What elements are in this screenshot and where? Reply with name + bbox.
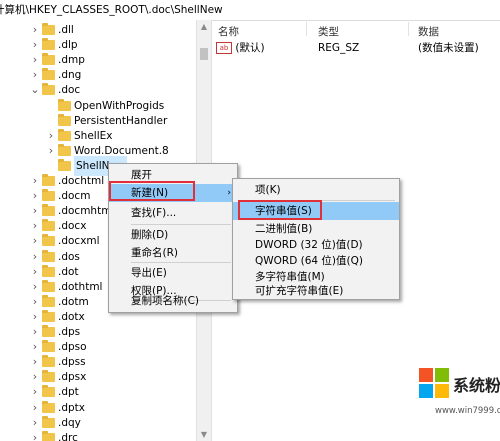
- folder-icon: [42, 415, 55, 428]
- menu-item-delete[interactable]: 删除(D): [109, 226, 237, 244]
- folder-icon: [42, 204, 55, 217]
- column-divider: [408, 22, 409, 36]
- folder-icon: [42, 355, 55, 368]
- watermark-url: www.win7999.com: [435, 406, 500, 416]
- folder-icon: [42, 370, 55, 383]
- menu-item-copy-key-name[interactable]: 复制项名称(C): [109, 292, 237, 310]
- scroll-thumb[interactable]: [200, 48, 208, 60]
- folder-icon: [42, 325, 55, 337]
- folder-icon: [42, 340, 55, 353]
- chevron-right-icon[interactable]: ›: [28, 428, 42, 441]
- address-bar[interactable]: 计算机\HKEY_CLASSES_ROOT\.doc\ShellNew: [0, 0, 500, 21]
- folder-icon: [58, 128, 71, 141]
- value-row[interactable]: ab (默认): [216, 40, 265, 56]
- menu-separator: [131, 262, 231, 263]
- address-path: 计算机\HKEY_CLASSES_ROOT\.doc\ShellNew: [0, 4, 223, 16]
- folder-icon: [42, 68, 55, 81]
- folder-icon: [42, 219, 55, 232]
- tree-item-label: .drc: [58, 431, 78, 441]
- column-header-type[interactable]: 类型: [318, 24, 339, 39]
- folder-icon: [58, 143, 71, 156]
- menu-item-export[interactable]: 导出(E): [109, 264, 237, 282]
- folder-icon: [42, 309, 55, 322]
- value-name: (默认): [235, 42, 265, 54]
- watermark: 系统粉 www.win7999.com: [413, 368, 500, 441]
- menu-separator: [131, 224, 231, 225]
- folder-icon: [42, 294, 55, 307]
- submenu-item-expandable-string-value[interactable]: 可扩充字符串值(E): [233, 284, 399, 298]
- annotation-box-new: [109, 181, 195, 201]
- submenu-item-key[interactable]: 项(K): [233, 181, 399, 199]
- menu-item-find[interactable]: 查找(F)...: [109, 204, 237, 222]
- folder-icon: [42, 279, 55, 292]
- folder-icon: [42, 385, 55, 398]
- folder-icon: [58, 98, 71, 111]
- folder-icon: [58, 113, 71, 126]
- menu-item-rename[interactable]: 重命名(R): [109, 244, 237, 262]
- folder-icon: [58, 158, 71, 171]
- value-type: REG_SZ: [318, 42, 360, 54]
- scroll-down-icon[interactable]: ▼: [197, 430, 211, 439]
- column-header-name[interactable]: 名称: [218, 24, 239, 39]
- scroll-up-icon[interactable]: ▲: [197, 22, 211, 31]
- folder-icon: [42, 264, 55, 277]
- folder-icon: [42, 400, 55, 413]
- new-submenu: 项(K) 字符串值(S) 二进制值(B) DWORD (32 位)值(D) QW…: [232, 178, 400, 300]
- string-value-icon: ab: [216, 42, 232, 54]
- submenu-arrow-icon: ›: [227, 188, 231, 198]
- folder-icon: [42, 234, 55, 247]
- column-header-data[interactable]: 数据: [418, 24, 439, 39]
- folder-icon: [42, 83, 55, 96]
- value-data: (数值未设置): [418, 42, 479, 54]
- folder-icon: [42, 249, 55, 262]
- tree-item[interactable]: › .drc: [0, 428, 196, 441]
- folder-icon: [42, 38, 55, 51]
- folder-icon: [42, 23, 55, 35]
- folder-icon: [42, 53, 55, 66]
- windows-logo-icon: [419, 368, 449, 398]
- folder-icon: [42, 174, 55, 186]
- watermark-title: 系统粉: [453, 376, 500, 395]
- folder-icon: [42, 430, 55, 441]
- column-divider: [306, 22, 307, 36]
- annotation-box-string-value: [238, 200, 322, 220]
- folder-icon: [42, 189, 55, 202]
